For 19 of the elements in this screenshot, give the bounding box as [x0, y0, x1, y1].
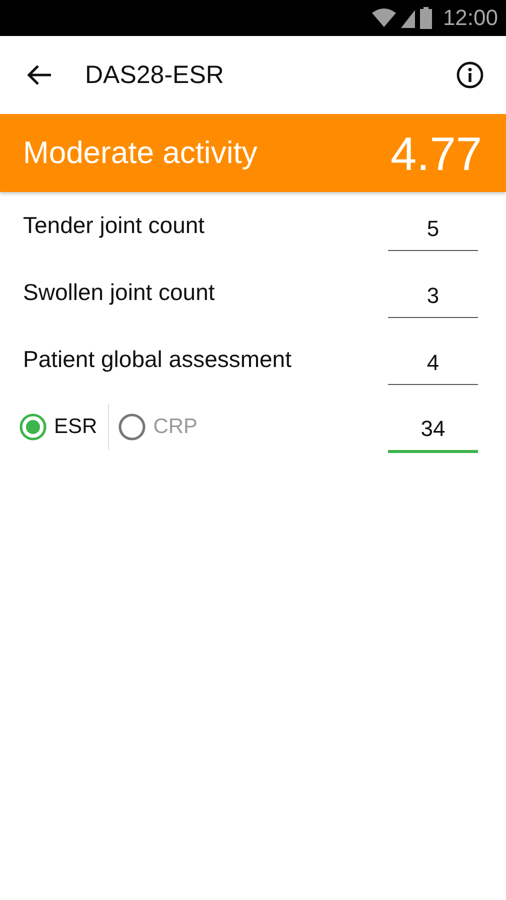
number-input[interactable]: 4	[388, 342, 478, 385]
wifi-icon	[372, 8, 396, 28]
number-input[interactable]: 5	[388, 208, 478, 251]
radio-icon	[117, 412, 148, 442]
back-icon[interactable]	[26, 64, 52, 86]
field-label: Patient global assessment	[23, 346, 292, 373]
clock-time: 12:00	[442, 5, 498, 31]
activity-label: Moderate activity	[23, 135, 258, 171]
score-value: 4.77	[390, 126, 482, 180]
info-icon[interactable]	[456, 61, 484, 89]
number-input[interactable]: 34	[388, 408, 478, 453]
battery-icon	[420, 7, 432, 29]
radio-option[interactable]: ESR	[18, 412, 98, 442]
screen-title: DAS28-ESR	[85, 60, 225, 90]
field-label: Swollen joint count	[23, 279, 215, 306]
number-input[interactable]: 3	[388, 275, 478, 318]
signal-icon	[400, 8, 415, 28]
field-label: Tender joint count	[23, 212, 205, 239]
radio-icon	[18, 412, 48, 442]
